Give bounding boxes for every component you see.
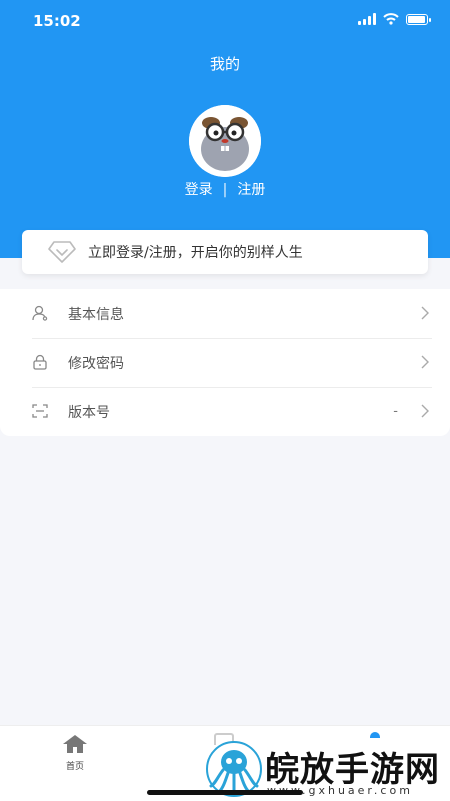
hamster-avatar-icon <box>189 105 261 177</box>
menu-item-label: 修改密码 <box>68 355 124 372</box>
avatar[interactable] <box>189 105 261 177</box>
profile-header: 15:02 我的 登录 | 注册 <box>0 0 450 258</box>
status-time: 15:02 <box>33 12 81 30</box>
status-icons <box>358 13 431 25</box>
menu-item-basic-info[interactable]: 基本信息 <box>0 289 450 338</box>
menu-item-change-password[interactable]: 修改密码 <box>0 338 450 387</box>
scan-frame-icon <box>32 404 48 418</box>
battery-icon <box>406 13 431 25</box>
home-indicator <box>147 790 303 795</box>
diamond-icon <box>48 241 76 263</box>
register-link[interactable]: 注册 <box>237 179 265 199</box>
auth-separator: | <box>222 182 228 198</box>
cellular-signal-icon <box>358 13 376 25</box>
settings-menu: 基本信息 修改密码 版本号 - <box>0 289 450 436</box>
login-link[interactable]: 登录 <box>185 179 213 199</box>
user-icon <box>32 305 48 321</box>
lock-icon <box>33 354 47 370</box>
tab-profile-icon[interactable] <box>370 732 380 738</box>
auth-links: 登录 | 注册 <box>0 179 450 199</box>
status-bar: 15:02 <box>0 0 450 44</box>
banner-text: 立即登录/注册，开启你的别样人生 <box>88 245 303 261</box>
chevron-right-icon <box>421 306 429 320</box>
chevron-right-icon <box>421 404 429 418</box>
version-value: - <box>393 404 398 419</box>
tab-home[interactable]: 首页 <box>58 734 92 772</box>
login-banner[interactable]: 立即登录/注册，开启你的别样人生 <box>22 230 428 274</box>
menu-item-label: 版本号 <box>68 404 110 421</box>
page-title: 我的 <box>209 55 240 73</box>
tab-home-label: 首页 <box>65 762 84 772</box>
home-icon <box>63 735 87 753</box>
chevron-right-icon <box>421 355 429 369</box>
wifi-icon <box>383 13 399 25</box>
menu-item-label: 基本信息 <box>68 306 124 323</box>
menu-item-version[interactable]: 版本号 - <box>0 387 450 436</box>
